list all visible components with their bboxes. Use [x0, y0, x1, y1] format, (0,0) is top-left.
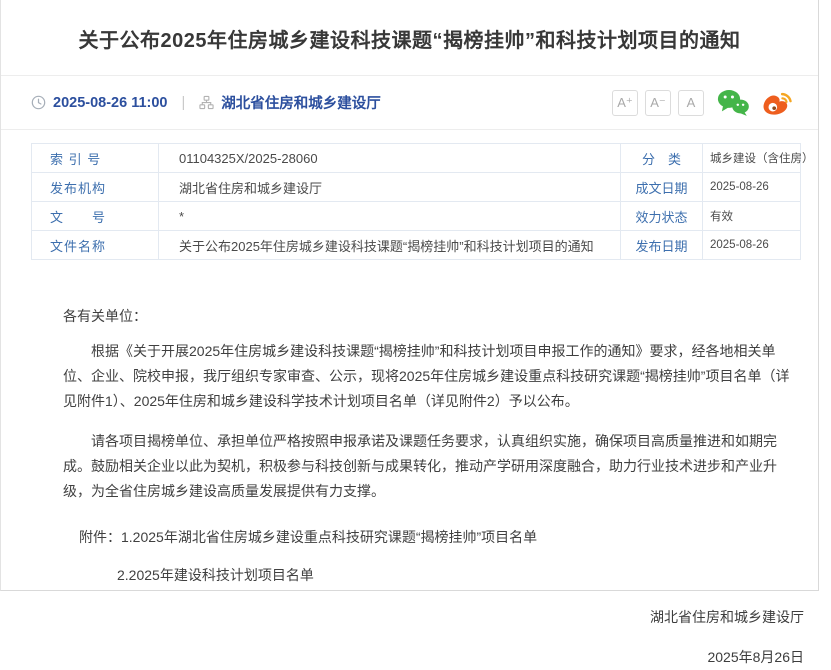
field-label: 发布机构 [32, 173, 159, 202]
field-value: 01104325X/2025-28060 [159, 144, 621, 173]
field-value: 湖北省住房和城乡建设厅 [159, 173, 621, 202]
publish-time: 2025-08-26 11:00 [53, 95, 168, 111]
table-row: 文件名称 关于公布2025年住房城乡建设科技课题“揭榜挂帅”和科技计划项目的通知… [32, 231, 801, 260]
clock-icon [31, 95, 46, 110]
table-row: 索 引 号 01104325X/2025-28060 分 类 城乡建设（含住房） [32, 144, 801, 173]
field-label: 文 号 [32, 202, 159, 231]
document-date: 2025年8月26日 [63, 645, 804, 670]
font-size-larger-button[interactable]: A⁺ [612, 90, 638, 116]
field-value: 2025-08-26 [703, 231, 801, 260]
document-page: 关于公布2025年住房城乡建设科技课题“揭榜挂帅”和科技计划项目的通知 2025… [0, 0, 819, 591]
wechat-icon[interactable] [717, 89, 749, 116]
table-row: 文 号 * 效力状态 有效 [32, 202, 801, 231]
field-value: 城乡建设（含住房） [703, 144, 801, 173]
document-info-table: 索 引 号 01104325X/2025-28060 分 类 城乡建设（含住房）… [31, 143, 801, 260]
source-link[interactable]: 湖北省住房和城乡建设厅 [221, 92, 381, 113]
font-size-smaller-button[interactable]: A⁻ [645, 90, 671, 116]
org-icon [199, 95, 214, 110]
field-label: 效力状态 [621, 202, 703, 231]
field-label: 文件名称 [32, 231, 159, 260]
field-label: 分 类 [621, 144, 703, 173]
meta-left: 2025-08-26 11:00 | 湖北省住房和城乡建设厅 [31, 92, 381, 113]
attachment-item-2: 2.2025年建设科技计划项目名单 [117, 563, 804, 588]
field-value: * [159, 202, 621, 231]
salutation: 各有关单位： [63, 304, 804, 329]
field-label: 索 引 号 [32, 144, 159, 173]
font-size-reset-button[interactable]: A [678, 90, 704, 116]
meta-bar: 2025-08-26 11:00 | 湖北省住房和城乡建设厅 A⁺ A⁻ A [1, 75, 818, 130]
field-label: 发布日期 [621, 231, 703, 260]
table-row: 发布机构 湖北省住房和城乡建设厅 成文日期 2025-08-26 [32, 173, 801, 202]
article-body: 各有关单位： 根据《关于开展2025年住房城乡建设科技课题“揭榜挂帅”和科技计划… [1, 260, 818, 670]
meta-separator: | [182, 95, 186, 111]
field-label: 成文日期 [621, 173, 703, 202]
attachment-item-1: 附件：1.2025年湖北省住房城乡建设重点科技研究课题“揭榜挂帅”项目名单 [63, 525, 804, 550]
meta-right: A⁺ A⁻ A [605, 89, 792, 116]
weibo-icon[interactable] [762, 89, 792, 116]
field-value: 2025-08-26 [703, 173, 801, 202]
field-value: 关于公布2025年住房城乡建设科技课题“揭榜挂帅”和科技计划项目的通知 [159, 231, 621, 260]
page-title: 关于公布2025年住房城乡建设科技课题“揭榜挂帅”和科技计划项目的通知 [1, 0, 818, 54]
field-value: 有效 [703, 202, 801, 231]
paragraph: 请各项目揭榜单位、承担单位严格按照申报承诺及课题任务要求，认真组织实施，确保项目… [63, 429, 796, 504]
paragraph: 根据《关于开展2025年住房城乡建设科技课题“揭榜挂帅”和科技计划项目申报工作的… [63, 339, 796, 414]
signature: 湖北省住房和城乡建设厅 [63, 605, 804, 630]
